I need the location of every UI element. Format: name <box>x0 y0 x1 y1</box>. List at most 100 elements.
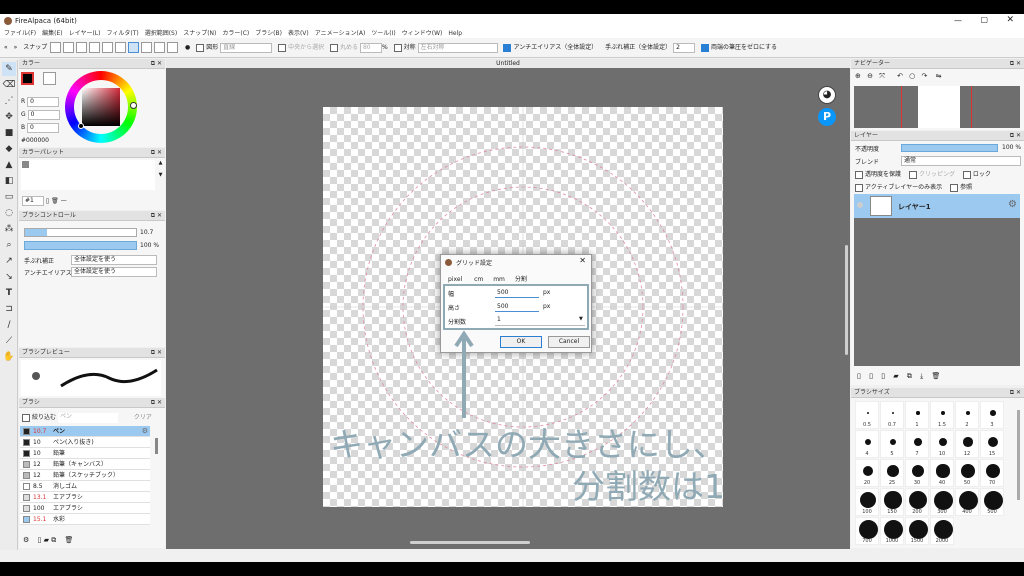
layer-opacity-slider[interactable] <box>901 144 998 152</box>
round-input[interactable]: 80 <box>359 42 382 53</box>
snap-vanish-button[interactable] <box>89 42 101 53</box>
brush-filter-input[interactable]: ペン <box>57 412 118 423</box>
new-1bit-layer-icon[interactable]: ▯ <box>881 372 885 380</box>
fit-icon[interactable]: ⤧ <box>879 72 885 80</box>
new-layer-icon[interactable]: ▯ <box>857 372 861 380</box>
magic-wand-icon[interactable]: ⁂ <box>2 222 16 236</box>
lasso-tool-icon[interactable]: ◌ <box>2 206 16 220</box>
zoom-in-icon[interactable]: ⊕ <box>855 72 861 80</box>
divisions-dropdown[interactable]: 1 <box>495 316 585 326</box>
navigator-viewport[interactable] <box>901 86 959 128</box>
menu-item[interactable]: ウィンドウ(W) <box>402 30 443 37</box>
brush-size-cell[interactable]: 30 <box>905 459 929 487</box>
fill-shape-icon[interactable]: ■ <box>2 126 16 140</box>
brush-size-cell[interactable]: 1000 <box>880 517 904 545</box>
brush-size-cell[interactable]: 3 <box>980 401 1004 429</box>
panel-pin-icon[interactable]: ⧉ ✕ <box>151 148 162 158</box>
blend-dropdown[interactable]: 通常 <box>901 156 1021 166</box>
tab-cm[interactable]: cm <box>474 276 483 283</box>
brush-size-cell[interactable]: 70 <box>980 459 1004 487</box>
brush-size-cell[interactable]: 0.5 <box>855 401 879 429</box>
palette-menu-icon[interactable]: — <box>61 198 67 205</box>
foreground-color-swatch[interactable] <box>21 72 34 85</box>
brush-size-cell[interactable]: 200 <box>905 488 929 516</box>
pen-tool-icon[interactable]: ✎ <box>2 62 16 76</box>
divisions-chevron-icon[interactable]: ▼ <box>579 316 583 322</box>
menu-item[interactable]: アニメーション(A) <box>315 30 366 37</box>
dot-tool-icon[interactable]: ⋰ <box>2 94 16 108</box>
brush-size-cell[interactable]: 150 <box>880 488 904 516</box>
brush-settings-icon[interactable]: ⚙ <box>142 426 148 437</box>
brush-size-cell[interactable]: 0.7 <box>880 401 904 429</box>
clear-filter-button[interactable]: クリア <box>134 414 152 421</box>
select-pen-icon[interactable]: ↗ <box>2 254 16 268</box>
tab-pixel[interactable]: pixel <box>446 276 465 283</box>
brush-size-cell[interactable]: 1500 <box>905 517 929 545</box>
panel-pin-icon[interactable]: ⧉ ✕ <box>151 348 162 358</box>
panel-pin-icon[interactable]: ⧉ ✕ <box>1010 59 1021 69</box>
pixiv-icon[interactable]: P <box>818 108 836 126</box>
g-input[interactable]: 0 <box>27 109 60 120</box>
bucket-tool-icon[interactable]: ◆ <box>2 142 16 156</box>
brush-size-cell[interactable]: 500 <box>980 488 1004 516</box>
canvas-vertical-scroll[interactable] <box>845 245 848 355</box>
brush-list-item[interactable]: 13.1 エアブラシ <box>20 492 150 503</box>
menu-item[interactable]: レイヤー(L) <box>69 30 101 37</box>
reset-rotation-icon[interactable]: ○ <box>909 72 915 80</box>
menu-item[interactable]: Help <box>448 30 462 37</box>
antialias-checkbox[interactable] <box>503 43 512 52</box>
brush-tool-icon[interactable]: ∕ <box>2 318 16 332</box>
b-input[interactable]: 0 <box>27 122 60 133</box>
brush-size-cell[interactable]: 25 <box>880 459 904 487</box>
tab-divide[interactable]: 分割 <box>515 276 527 283</box>
brush-size-cell[interactable]: 1 <box>905 401 929 429</box>
eraser-tool-icon[interactable]: ⌫ <box>2 78 16 92</box>
brush-list-scrollbar[interactable] <box>155 438 158 454</box>
zoom-tool-icon[interactable]: ⌕ <box>2 238 16 252</box>
brush-size-cell[interactable]: 700 <box>855 517 879 545</box>
palette-swatch[interactable] <box>22 161 29 168</box>
snap-curve-button[interactable] <box>141 42 153 53</box>
width-input[interactable]: 500 <box>495 289 539 298</box>
menu-item[interactable]: カラー(C) <box>222 30 249 37</box>
snap-3d-button[interactable] <box>154 42 166 53</box>
snap-cross-button[interactable] <box>76 42 88 53</box>
brush-list-item[interactable]: 15.1 水彩 <box>20 514 150 525</box>
gradient-tool-icon[interactable]: ◧ <box>2 174 16 188</box>
forward-arrow-icon[interactable]: » <box>14 44 18 51</box>
protect-alpha-checkbox[interactable] <box>855 170 863 179</box>
tab-mm[interactable]: mm <box>493 276 505 283</box>
duplicate-layer-icon[interactable]: ⧉ <box>907 372 912 380</box>
brush-folder-icon[interactable]: ▰ <box>44 536 49 544</box>
snap-circle-button[interactable] <box>115 42 127 53</box>
navigator-preview[interactable] <box>854 86 1020 128</box>
height-input[interactable]: 500 <box>495 303 539 312</box>
rotate-right-icon[interactable]: ↷ <box>922 72 928 80</box>
hand-tool-icon[interactable]: ✋ <box>2 350 16 364</box>
layer-settings-icon[interactable]: ⚙ <box>1008 199 1017 210</box>
symmetry-dropdown[interactable]: 左右対称 <box>417 42 498 53</box>
brush-size-cell[interactable]: 7 <box>905 430 929 458</box>
zoom-out-icon[interactable]: ⊖ <box>867 72 873 80</box>
r-input[interactable]: 0 <box>27 96 60 107</box>
rotate-left-icon[interactable]: ↶ <box>897 72 903 80</box>
lock-checkbox[interactable] <box>962 170 971 179</box>
select-eraser-icon[interactable]: ↘ <box>2 270 16 284</box>
document-tab[interactable]: Untitled <box>166 59 850 68</box>
brush-size-cell[interactable]: 50 <box>955 459 979 487</box>
brush-size-cell[interactable]: 20 <box>855 459 879 487</box>
brush-size-cell[interactable]: 5 <box>880 430 904 458</box>
cancel-button[interactable]: Cancel <box>548 336 590 348</box>
snap-radial-button[interactable] <box>102 42 114 53</box>
filter-checkbox[interactable] <box>22 413 30 422</box>
brush-size-cell[interactable]: 12 <box>955 430 979 458</box>
menu-item[interactable]: ブラシ(B) <box>255 30 282 37</box>
brush-size-cell[interactable]: 300 <box>930 488 954 516</box>
snap-parallel-button[interactable] <box>63 42 75 53</box>
brush-size-cell[interactable]: 400 <box>955 488 979 516</box>
brush-new-icon[interactable]: ▯ <box>38 536 42 544</box>
panel-pin-icon[interactable]: ⧉ ✕ <box>151 211 162 221</box>
menu-item[interactable]: 選択範囲(S) <box>145 30 178 37</box>
symmetry-checkbox[interactable] <box>393 43 402 52</box>
brush-size-cell[interactable]: 2000 <box>930 517 954 545</box>
